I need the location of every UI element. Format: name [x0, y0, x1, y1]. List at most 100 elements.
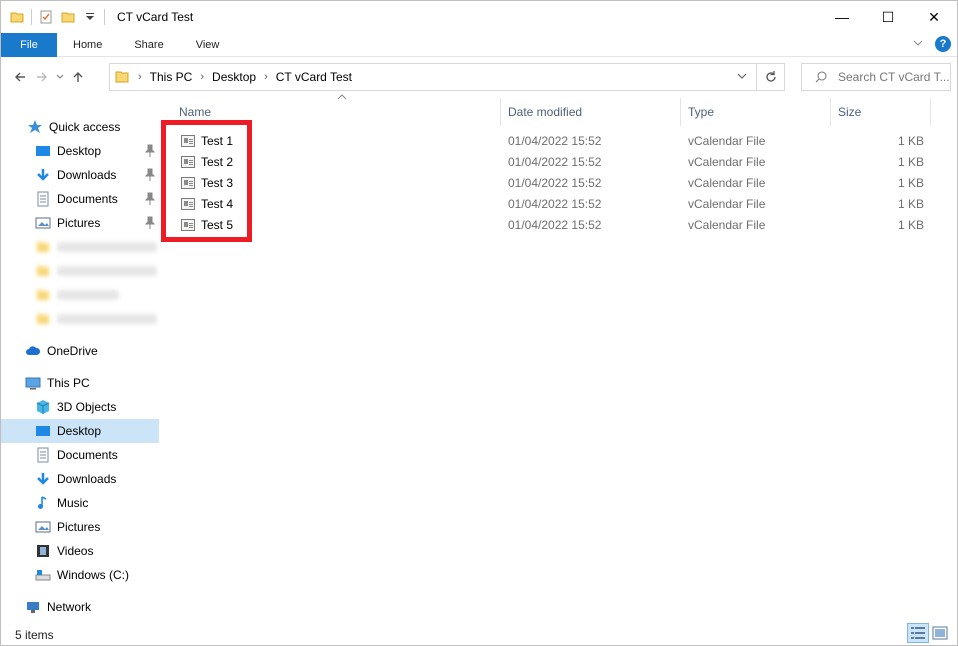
- column-header-size[interactable]: Size: [830, 98, 930, 126]
- close-button[interactable]: ✕: [911, 1, 957, 33]
- refresh-button[interactable]: [756, 64, 784, 90]
- file-type: vCalendar File: [688, 133, 766, 148]
- file-row[interactable]: Test 2 01/04/2022 15:52 vCalendar File 1 KB: [171, 151, 951, 172]
- redacted-label: [57, 242, 157, 252]
- customize-toolbar-icon[interactable]: [82, 9, 98, 25]
- film-icon: [35, 543, 51, 559]
- address-dropdown-icon[interactable]: [736, 70, 748, 85]
- sidebar-item-label: Windows (C:): [57, 568, 130, 582]
- sidebar-item-redacted[interactable]: [1, 307, 159, 331]
- sidebar-item-label: Downloads: [57, 168, 117, 182]
- breadcrumb-desktop[interactable]: Desktop: [212, 70, 256, 84]
- sidebar-item-label: Desktop: [57, 144, 102, 158]
- sidebar-item-label: Quick access: [49, 120, 121, 134]
- folder-icon: [35, 287, 51, 303]
- cloud-icon: [25, 343, 41, 359]
- back-button[interactable]: [9, 66, 31, 88]
- tab-file[interactable]: File: [1, 32, 57, 57]
- maximize-button[interactable]: ☐: [865, 1, 911, 33]
- sidebar-item-documents[interactable]: Documents: [1, 443, 159, 467]
- file-row[interactable]: Test 3 01/04/2022 15:52 vCalendar File 1 KB: [171, 172, 951, 193]
- breadcrumb-current-folder[interactable]: CT vCard Test: [276, 70, 352, 84]
- sidebar-item-label: Documents: [57, 448, 118, 462]
- file-type: vCalendar File: [688, 217, 766, 232]
- recent-locations-button[interactable]: [53, 66, 67, 88]
- computer-icon: [25, 375, 41, 391]
- view-switcher: [907, 623, 951, 643]
- properties-icon[interactable]: [38, 9, 54, 25]
- tab-view[interactable]: View: [180, 33, 236, 57]
- navigation-bar: › This PC › Desktop › CT vCard Test Sear…: [1, 62, 957, 92]
- sidebar-item-redacted[interactable]: [1, 259, 159, 283]
- file-size: 1 KB: [897, 196, 924, 211]
- music-note-icon: [35, 495, 51, 511]
- sidebar-item-label: Documents: [57, 192, 118, 206]
- desktop-icon: [35, 423, 51, 439]
- sidebar-item-onedrive[interactable]: OneDrive: [1, 339, 159, 363]
- status-item-count: 5 items: [15, 628, 54, 642]
- sidebar-item-music[interactable]: Music: [1, 491, 159, 515]
- quick-access-toolbar: [9, 1, 111, 33]
- file-row[interactable]: Test 4 01/04/2022 15:52 vCalendar File 1 KB: [171, 193, 951, 214]
- download-icon: [35, 167, 51, 183]
- address-bar[interactable]: › This PC › Desktop › CT vCard Test: [109, 63, 785, 91]
- cube-icon: [35, 399, 51, 415]
- pin-icon: [144, 216, 156, 230]
- sidebar-item-pictures[interactable]: Pictures: [1, 515, 159, 539]
- folder-icon: [114, 69, 130, 85]
- breadcrumb-separator[interactable]: ›: [200, 71, 204, 83]
- sidebar-item-documents[interactable]: Documents: [1, 187, 159, 211]
- file-date: 01/04/2022 15:52: [508, 154, 602, 169]
- pin-icon: [144, 144, 156, 158]
- minimize-button[interactable]: —: [819, 1, 865, 33]
- file-size: 1 KB: [897, 175, 924, 190]
- up-button[interactable]: [67, 66, 89, 88]
- sidebar-item-label: Network: [47, 600, 92, 614]
- document-icon: [35, 191, 51, 207]
- sidebar-item-network[interactable]: Network: [1, 595, 159, 619]
- sidebar-item-downloads[interactable]: Downloads: [1, 467, 159, 491]
- ribbon-controls: ?: [911, 36, 951, 52]
- file-date: 01/04/2022 15:52: [508, 175, 602, 190]
- tab-home[interactable]: Home: [57, 33, 118, 57]
- highlight-annotation: [161, 120, 252, 242]
- file-date: 01/04/2022 15:52: [508, 133, 602, 148]
- sidebar-item-redacted[interactable]: [1, 283, 159, 307]
- details-view-button[interactable]: [907, 623, 929, 643]
- file-row[interactable]: Test 5 01/04/2022 15:52 vCalendar File 1 KB: [171, 214, 951, 235]
- sidebar-item-windows-c[interactable]: Windows (C:): [1, 563, 159, 587]
- new-folder-icon[interactable]: [60, 9, 76, 25]
- desktop-icon: [35, 143, 51, 159]
- breadcrumb-separator[interactable]: ›: [264, 71, 268, 83]
- sidebar-item-this-pc[interactable]: This PC: [1, 371, 159, 395]
- sidebar-item-label: Downloads: [57, 472, 117, 486]
- column-header-type[interactable]: Type: [680, 98, 830, 126]
- sidebar-item-pictures[interactable]: Pictures: [1, 211, 159, 235]
- sidebar-item-quick-access[interactable]: Quick access: [1, 115, 159, 139]
- column-divider[interactable]: [930, 98, 931, 126]
- sidebar-item-3d-objects[interactable]: 3D Objects: [1, 395, 159, 419]
- sidebar-item-desktop-selected[interactable]: Desktop: [1, 419, 159, 443]
- column-header-date[interactable]: Date modified: [500, 98, 680, 126]
- breadcrumb-this-pc[interactable]: This PC: [150, 70, 193, 84]
- sidebar-item-videos[interactable]: Videos: [1, 539, 159, 563]
- sidebar-item-downloads[interactable]: Downloads: [1, 163, 159, 187]
- details-view-icon: [911, 627, 925, 639]
- network-icon: [25, 599, 41, 615]
- tab-share[interactable]: Share: [118, 33, 179, 57]
- sidebar-item-desktop[interactable]: Desktop: [1, 139, 159, 163]
- search-placeholder: Search CT vCard T...: [838, 70, 950, 84]
- forward-button[interactable]: [31, 66, 53, 88]
- redacted-label: [57, 290, 119, 300]
- large-icons-view-button[interactable]: [929, 623, 951, 643]
- expand-ribbon-icon[interactable]: [911, 37, 925, 51]
- sidebar-item-label: This PC: [47, 376, 90, 390]
- file-row[interactable]: Test 1 01/04/2022 15:52 vCalendar File 1 KB: [171, 130, 951, 151]
- breadcrumb-separator[interactable]: ›: [138, 71, 142, 83]
- star-icon: [27, 119, 43, 135]
- help-button[interactable]: ?: [935, 36, 951, 52]
- sidebar-item-redacted[interactable]: [1, 235, 159, 259]
- pin-icon: [144, 168, 156, 182]
- search-input[interactable]: Search CT vCard T...: [801, 63, 951, 91]
- back-arrow-icon: [15, 72, 25, 82]
